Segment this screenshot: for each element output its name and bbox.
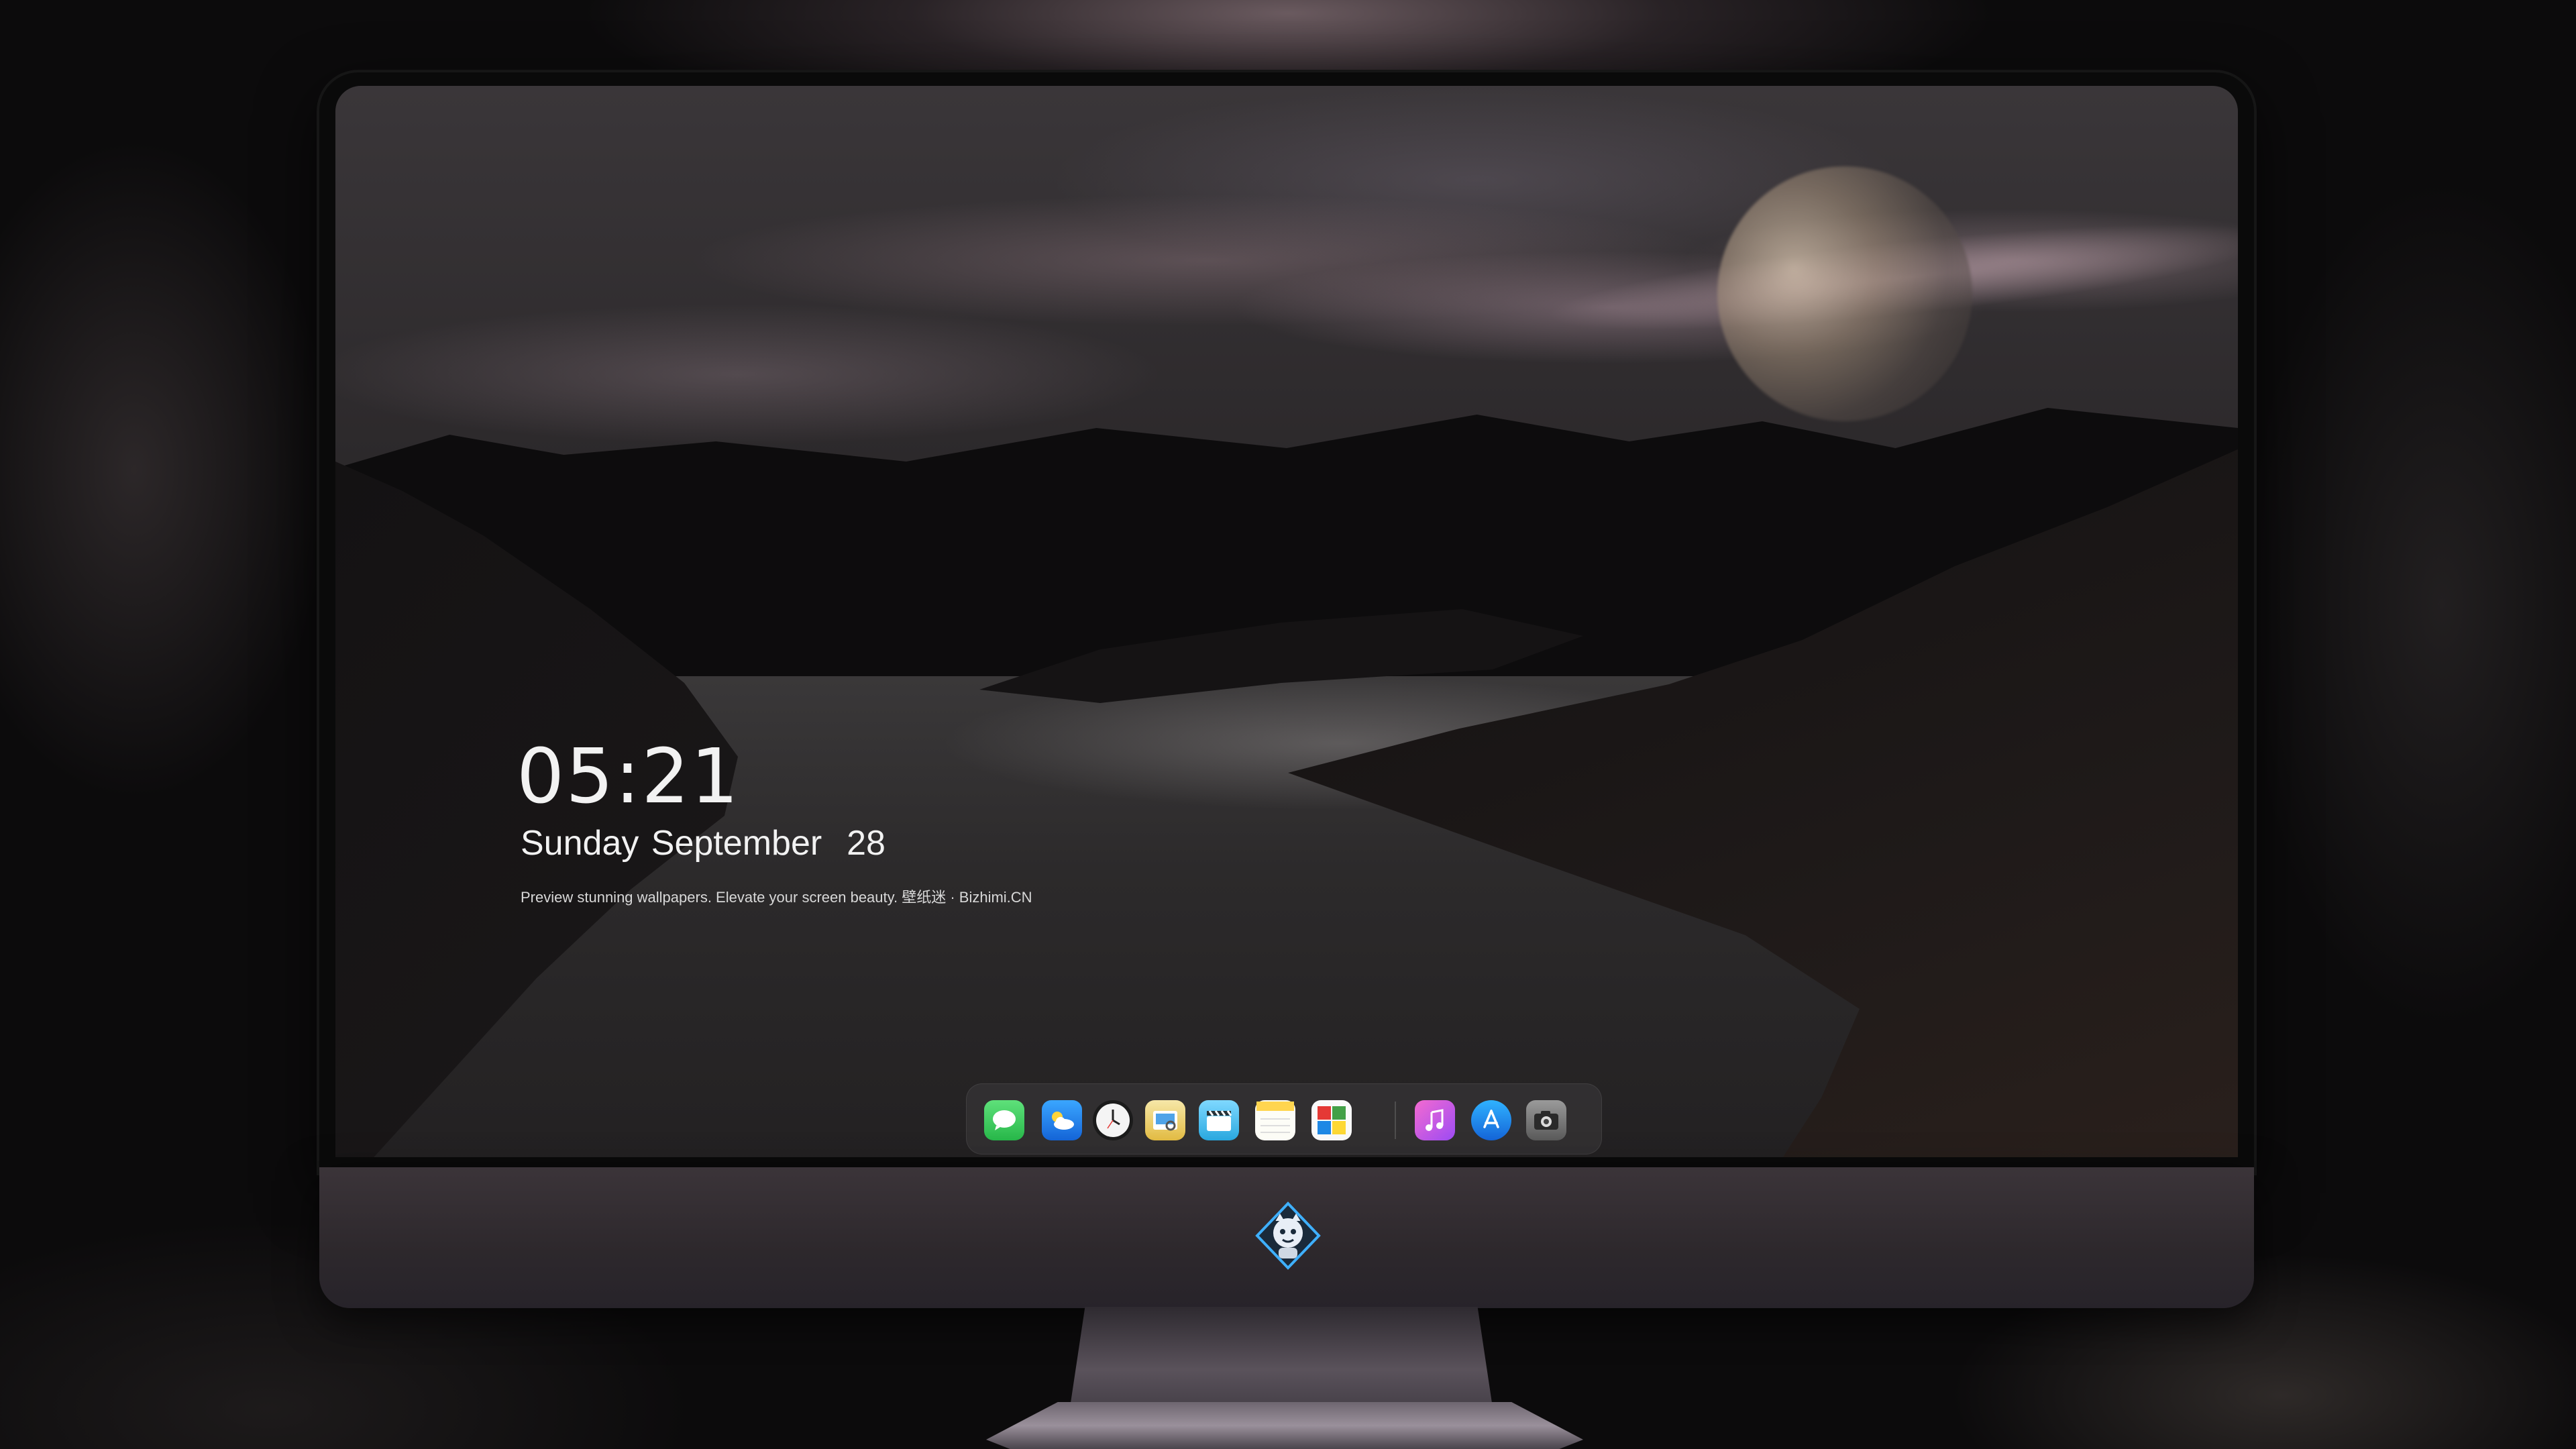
dock-item-weather[interactable] bbox=[1042, 1100, 1082, 1140]
lockscreen-time: 05:21 bbox=[517, 733, 740, 820]
photo-booth-icon bbox=[1318, 1106, 1346, 1134]
dock-item-camera[interactable] bbox=[1526, 1100, 1566, 1140]
dock-item-messages[interactable] bbox=[984, 1100, 1024, 1140]
camera-icon bbox=[1534, 1111, 1558, 1130]
dock-item-preview[interactable] bbox=[1145, 1100, 1185, 1140]
dock-item-notes[interactable] bbox=[1255, 1100, 1295, 1140]
lockscreen-date: Sunday September 28 bbox=[521, 824, 885, 863]
dock-item-app-store[interactable] bbox=[1471, 1100, 1511, 1140]
notes-icon bbox=[1256, 1102, 1294, 1133]
lockscreen-tagline: Preview stunning wallpapers. Elevate you… bbox=[521, 889, 1032, 906]
messages-icon bbox=[993, 1110, 1016, 1130]
dock bbox=[966, 1083, 1602, 1155]
app-store-icon bbox=[1483, 1110, 1499, 1128]
dock-item-itunes[interactable] bbox=[1415, 1100, 1455, 1140]
dock-item-photo-booth[interactable] bbox=[1311, 1100, 1352, 1140]
clock-icon bbox=[1096, 1104, 1130, 1137]
mascot-logo-icon bbox=[1255, 1201, 1321, 1270]
wallpaper-moon bbox=[1717, 166, 1972, 421]
weather-icon bbox=[1052, 1112, 1074, 1130]
preview-icon bbox=[1153, 1111, 1177, 1131]
monitor-stand-base bbox=[986, 1402, 1583, 1449]
clapperboard-icon bbox=[1207, 1110, 1232, 1131]
screen: 05:21 Sunday September 28 Preview stunni… bbox=[335, 86, 2238, 1157]
dock-item-clock[interactable] bbox=[1093, 1100, 1133, 1140]
dock-item-clips[interactable] bbox=[1199, 1100, 1239, 1140]
dock-separator bbox=[1395, 1102, 1396, 1139]
music-note-icon bbox=[1426, 1109, 1444, 1131]
